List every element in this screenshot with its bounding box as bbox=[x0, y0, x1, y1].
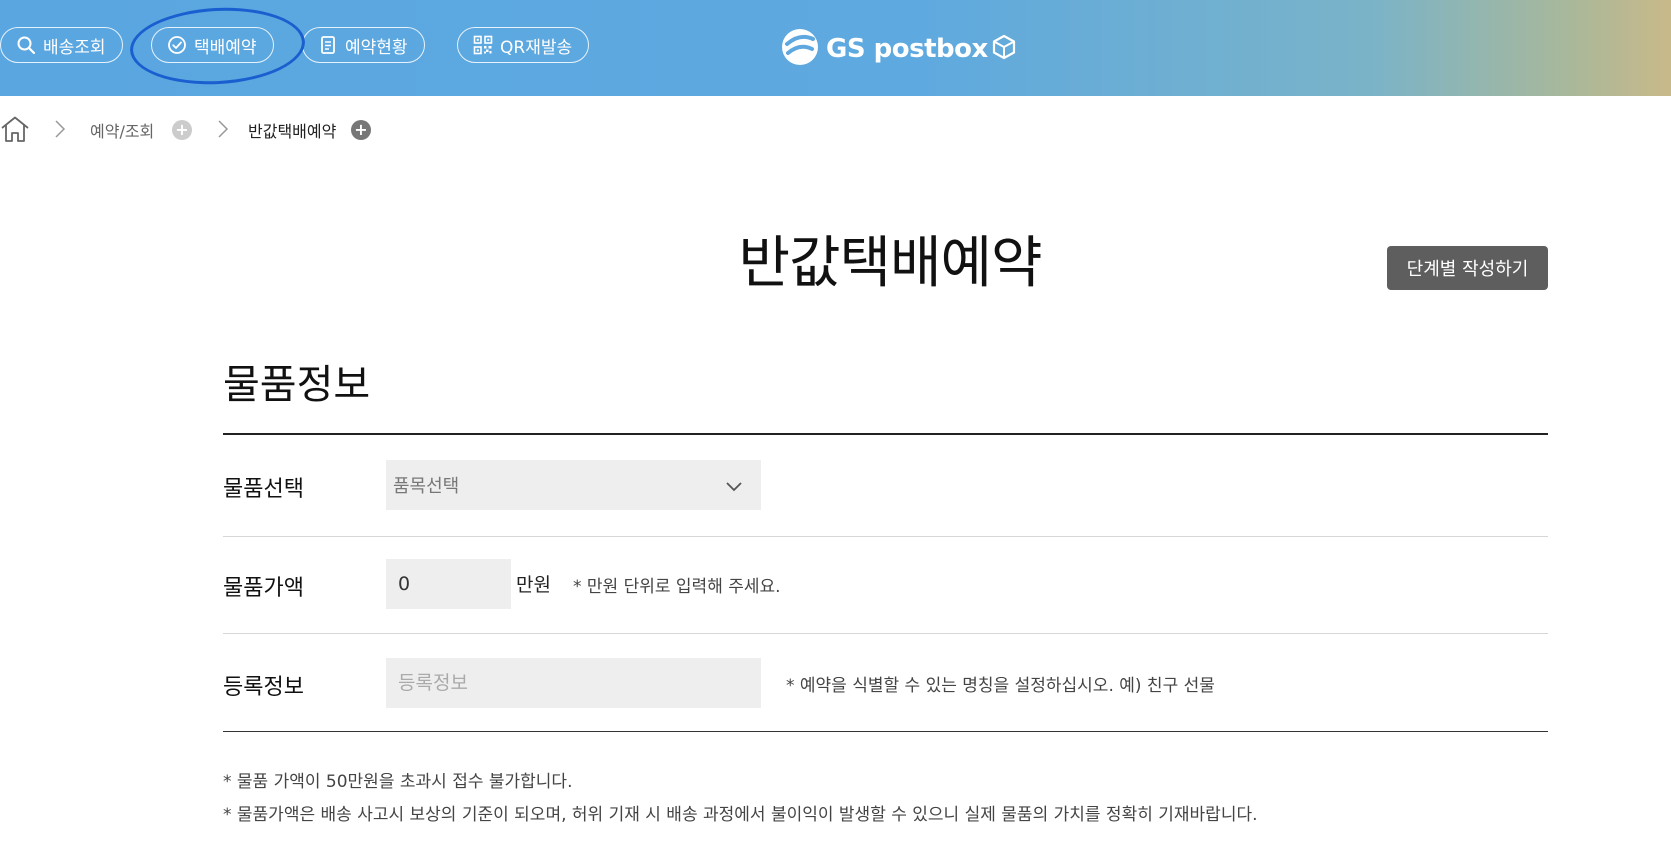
chevron-down-icon bbox=[725, 477, 743, 498]
item-value-input[interactable] bbox=[386, 559, 511, 609]
box-cube-icon bbox=[992, 34, 1016, 64]
gs-postbox-logo[interactable]: GS postbox bbox=[780, 26, 1016, 72]
nav-label: QR재발송 bbox=[500, 37, 573, 58]
breadcrumb-item-reservation-inquiry[interactable]: 예약/조회 bbox=[90, 118, 154, 142]
row-divider bbox=[223, 536, 1548, 537]
registration-input[interactable] bbox=[386, 658, 761, 708]
nav-label: 예약현황 bbox=[345, 37, 408, 58]
section-divider-bottom bbox=[223, 731, 1548, 732]
section-title: 물품정보 bbox=[223, 362, 371, 408]
document-icon bbox=[317, 34, 339, 56]
item-category-selected-value: 품목선택 bbox=[393, 476, 460, 497]
search-icon bbox=[15, 34, 37, 56]
nav-button-parcel-reservation[interactable]: 택배예약 bbox=[151, 27, 274, 63]
item-value-label: 물품가액 bbox=[223, 576, 304, 601]
nav-label: 택배예약 bbox=[194, 37, 257, 58]
item-value-hint: * 만원 단위로 입력해 주세요. bbox=[573, 577, 781, 597]
breadcrumb: 예약/조회 + 반값택배예약 + bbox=[0, 112, 420, 146]
nav-button-delivery-tracking[interactable]: 배송조회 bbox=[0, 27, 123, 63]
check-clock-icon bbox=[166, 34, 188, 56]
step-by-step-button[interactable]: 단계별 작성하기 bbox=[1387, 246, 1548, 290]
chevron-right-icon bbox=[54, 119, 66, 143]
note-max-value: * 물품 가액이 50만원을 초과시 접수 불가합니다. bbox=[223, 772, 573, 792]
home-icon[interactable] bbox=[0, 115, 30, 147]
gs-logo-mark-icon bbox=[780, 27, 820, 71]
top-navigation-bar: 배송조회 택배예약 예약현황 QR재발송 GS postbox bbox=[0, 0, 1671, 96]
item-category-select[interactable]: 품목선택 bbox=[386, 460, 761, 510]
section-divider-top bbox=[223, 433, 1548, 435]
qr-code-icon bbox=[472, 34, 494, 56]
registration-label: 등록정보 bbox=[223, 675, 304, 700]
plus-circle-icon[interactable]: + bbox=[351, 120, 371, 140]
item-value-unit: 만원 bbox=[516, 574, 551, 596]
nav-button-qr-resend[interactable]: QR재발송 bbox=[457, 27, 590, 63]
registration-hint: * 예약을 식별할 수 있는 명칭을 설정하십시오. 예) 친구 선물 bbox=[786, 676, 1215, 696]
item-select-label: 물품선택 bbox=[223, 477, 304, 502]
note-value-basis: * 물품가액은 배송 사고시 보상의 기준이 되오며, 허위 기재 시 배송 과… bbox=[223, 805, 1258, 825]
nav-button-reservation-status[interactable]: 예약현황 bbox=[302, 27, 425, 63]
plus-circle-icon[interactable]: + bbox=[172, 120, 192, 140]
row-divider bbox=[223, 633, 1548, 634]
breadcrumb-item-half-price-parcel[interactable]: 반값택배예약 bbox=[248, 118, 336, 142]
chevron-right-icon bbox=[217, 119, 229, 143]
nav-label: 배송조회 bbox=[43, 37, 106, 58]
logo-text: GS postbox bbox=[826, 34, 988, 64]
